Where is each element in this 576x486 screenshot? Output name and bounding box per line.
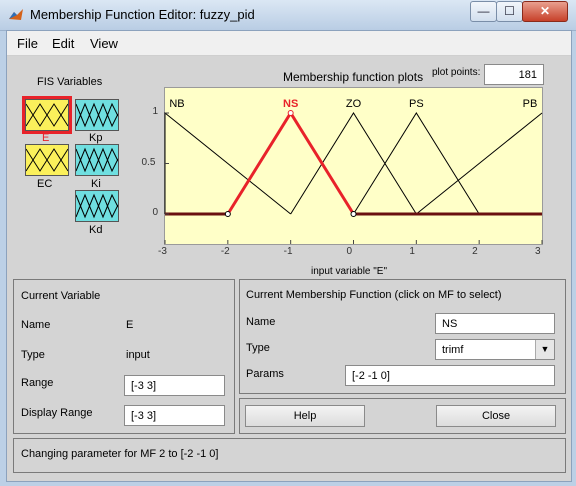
cv-name-label: Name — [21, 319, 51, 331]
status-text: Changing parameter for MF 2 to [-2 -1 0] — [21, 448, 219, 460]
current-variable-heading: Current Variable — [21, 290, 101, 302]
mf-params-label: Params — [246, 368, 284, 380]
mf-label-zo: ZO — [346, 98, 362, 110]
x-tick-label: -2 — [220, 246, 230, 257]
chevron-down-icon[interactable]: ▼ — [535, 340, 554, 359]
cv-type-value: input — [126, 349, 150, 361]
window-title: Membership Function Editor: fuzzy_pid — [30, 7, 255, 22]
menu-file[interactable]: File — [17, 36, 38, 51]
y-tick-label: 0 — [152, 207, 159, 218]
mf-curve-pb[interactable] — [416, 112, 543, 215]
close-window-button[interactable]: ✕ — [522, 1, 568, 22]
close-button[interactable]: Close — [436, 405, 556, 427]
mf-handle-ns-0[interactable] — [224, 211, 231, 217]
menu-bar: File Edit View — [7, 31, 571, 56]
mf-curve-ps[interactable] — [353, 112, 480, 215]
fis-output-kp-label: Kp — [89, 132, 103, 144]
maximize-button[interactable]: ☐ — [496, 1, 523, 22]
x-tick-label: 3 — [535, 246, 541, 257]
x-tick-label: -3 — [158, 246, 167, 257]
fis-output-ki[interactable] — [75, 144, 119, 176]
x-tick-label: -1 — [283, 246, 293, 257]
x-tick-label: 1 — [409, 246, 415, 257]
status-bar: Changing parameter for MF 2 to [-2 -1 0] — [13, 438, 566, 473]
current-mf-panel: Current Membership Function (click on MF… — [239, 279, 566, 394]
help-button[interactable]: Help — [245, 405, 365, 427]
cv-display-range-input[interactable]: [-3 3] — [124, 405, 225, 426]
buttons-panel: Help Close — [239, 398, 566, 434]
title-bar: Membership Function Editor: fuzzy_pid — … — [0, 0, 576, 31]
membership-plot-area[interactable]: NB ZO PS PB NS — [164, 87, 543, 245]
fis-input-ec[interactable] — [25, 144, 69, 176]
mf-label-nb: NB — [169, 98, 184, 110]
mf-name-input[interactable]: NS — [435, 313, 555, 334]
menu-view[interactable]: View — [90, 36, 118, 51]
mf-handle-ns-2[interactable] — [350, 211, 357, 217]
y-tick-label: 1 — [152, 106, 159, 117]
fis-output-kp[interactable] — [75, 99, 119, 131]
current-mf-heading: Current Membership Function (click on MF… — [246, 289, 502, 301]
mf-params-input[interactable]: [-2 -1 0] — [345, 365, 555, 386]
plot-points-input[interactable]: 181 — [484, 64, 544, 85]
mf-label-ns: NS — [283, 98, 298, 110]
y-tick-label: 0.5 — [141, 156, 156, 168]
minimize-button[interactable]: — — [470, 1, 497, 22]
mf-type-label: Type — [246, 342, 270, 354]
x-tick-label: 0 — [346, 246, 353, 257]
plot-xlabel: input variable "E" — [311, 266, 388, 277]
mf-curve-nb[interactable] — [164, 111, 291, 215]
mf-type-value: trimf — [442, 344, 464, 356]
cv-display-range-label: Display Range — [21, 407, 93, 419]
mf-label-pb: PB — [523, 98, 538, 110]
cv-type-label: Type — [21, 349, 45, 361]
mf-label-ps: PS — [409, 98, 424, 110]
menu-edit[interactable]: Edit — [52, 36, 74, 51]
fis-output-ki-label: Ki — [91, 178, 101, 190]
x-tick-label: 2 — [472, 246, 478, 257]
cv-range-input[interactable]: [-3 3] — [124, 375, 225, 396]
matlab-app-icon — [8, 7, 24, 23]
mf-handle-ns-1[interactable] — [287, 110, 294, 116]
fis-input-e-label: E — [42, 132, 50, 144]
plot-title: Membership function plots — [283, 70, 424, 84]
cv-name-value: E — [126, 319, 134, 331]
mf-type-select[interactable]: trimf ▼ — [435, 339, 555, 360]
plot-points-label: plot points: — [432, 67, 481, 78]
mf-name-label: Name — [246, 316, 276, 328]
fis-output-kd-label: Kd — [89, 224, 103, 236]
cv-range-label: Range — [21, 377, 54, 389]
window-body: File Edit View FIS Variables E EC Kp Ki … — [6, 30, 572, 482]
mf-curve-zo[interactable] — [290, 112, 417, 215]
mf-curve-ns[interactable] — [226, 110, 355, 215]
fis-output-kd[interactable] — [75, 190, 119, 222]
current-variable-panel: Current Variable Name E Type input Range… — [13, 279, 235, 434]
fis-variables-heading: FIS Variables — [37, 76, 103, 88]
fis-input-ec-label: EC — [37, 178, 53, 190]
fis-input-e[interactable] — [22, 96, 72, 134]
